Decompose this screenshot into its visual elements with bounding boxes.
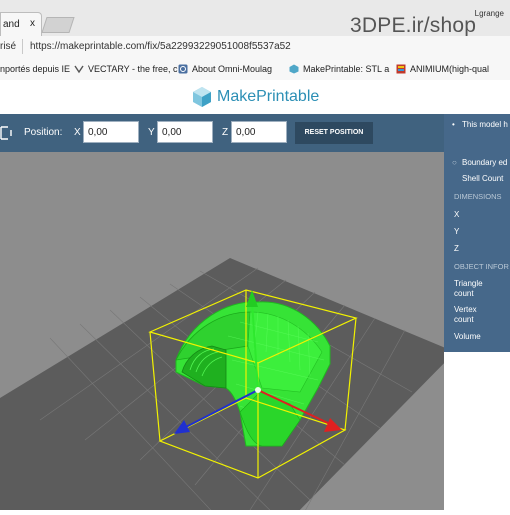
panel-bullet: • xyxy=(452,120,455,129)
dimension-z-label: Z xyxy=(454,244,459,253)
bookmark-label: VECTARY - the free, c xyxy=(88,64,178,74)
dimension-x-label: X xyxy=(454,210,460,219)
position-toolbar: Position: X Y Z RESET POSITION xyxy=(0,114,510,152)
vertex-count-label: Vertex xyxy=(454,305,477,314)
logo-text: MakePrintable xyxy=(217,88,320,105)
3d-viewport[interactable] xyxy=(0,152,455,515)
gizmo-center[interactable] xyxy=(255,387,261,393)
panel-bullet: ○ xyxy=(452,158,457,167)
close-tab-icon[interactable]: x xyxy=(30,18,35,29)
model-info-panel: • This model h ○ Boundary ed Shell Count… xyxy=(444,114,510,352)
triangle-count-label-2: count xyxy=(454,289,474,298)
volume-label: Volume xyxy=(454,332,481,341)
address-bar[interactable]: risé https://makeprintable.com/fix/5a229… xyxy=(0,36,510,59)
scene-canvas[interactable] xyxy=(0,152,455,515)
bookmark-item[interactable]: MakePrintable: STL a xyxy=(289,64,389,74)
reset-position-button[interactable]: RESET POSITION xyxy=(295,122,373,144)
animium-icon xyxy=(396,64,406,74)
address-divider xyxy=(22,39,23,54)
z-label: Z xyxy=(222,127,229,138)
boundary-edges-item[interactable]: Boundary ed xyxy=(462,158,507,167)
vertex-count-label-2: count xyxy=(454,315,474,324)
bookmark-label: ANIMIUM(high-qual xyxy=(410,64,490,74)
new-tab-button[interactable] xyxy=(41,17,75,33)
x-label: X xyxy=(74,127,81,138)
move-tool-icon[interactable] xyxy=(0,126,12,140)
watermark-text: 3DPE.ir/shop xyxy=(350,14,477,37)
x-position-input[interactable] xyxy=(83,121,139,143)
bookmark-label: About Omni-Moulag xyxy=(192,64,273,74)
z-position-input[interactable] xyxy=(231,121,287,143)
dimension-y-label: Y xyxy=(454,227,460,236)
secure-label: risé xyxy=(0,41,17,52)
bookmark-label: nportés depuis IE xyxy=(0,64,71,74)
tab-title: and xyxy=(3,19,20,30)
bookmark-item[interactable]: About Omni-Moulag xyxy=(178,64,272,74)
site-logo[interactable]: MakePrintable xyxy=(191,86,321,108)
omni-icon xyxy=(178,64,188,74)
object-info-heading: OBJECT INFOR xyxy=(454,262,509,271)
language-label: Lgrange xyxy=(474,9,504,18)
position-label: Position: xyxy=(24,127,63,138)
bookmarks-bar: nportés depuis IE VECTARY - the free, c … xyxy=(0,58,510,81)
bookmark-label: MakePrintable: STL a xyxy=(303,64,390,74)
makeprintable-icon xyxy=(289,64,299,74)
y-label: Y xyxy=(148,127,155,138)
shell-count-item[interactable]: Shell Count xyxy=(462,174,503,183)
bookmark-item[interactable]: ANIMIUM(high-qual xyxy=(396,64,489,74)
bookmark-item[interactable]: nportés depuis IE xyxy=(0,64,70,74)
makeprintable-logo-icon xyxy=(193,87,211,107)
dimensions-heading: DIMENSIONS xyxy=(454,192,502,201)
triangle-count-label: Triangle xyxy=(454,279,483,288)
url-text[interactable]: https://makeprintable.com/fix/5a22993229… xyxy=(30,41,291,52)
panel-header: This model h xyxy=(462,120,508,129)
bookmark-item[interactable]: VECTARY - the free, c xyxy=(74,64,178,74)
y-position-input[interactable] xyxy=(157,121,213,143)
browser-tab-active[interactable]: and x xyxy=(0,12,42,36)
vectary-icon xyxy=(74,65,84,74)
